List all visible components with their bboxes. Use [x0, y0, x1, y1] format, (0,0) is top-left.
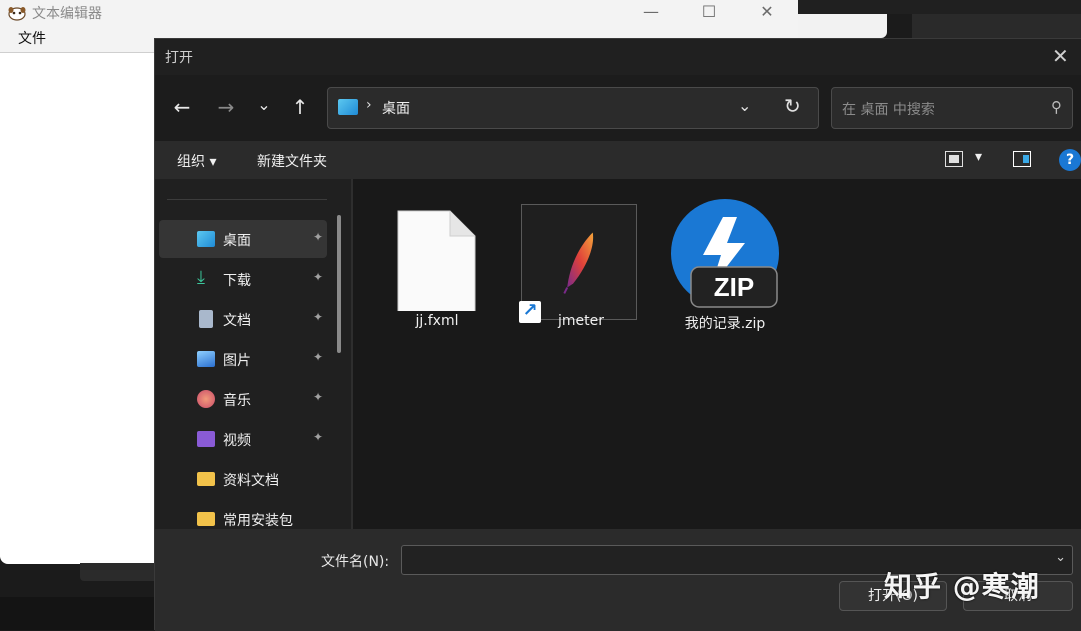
filename-label: 文件名(N):: [321, 551, 389, 571]
sidebar-item-label: 视频: [223, 430, 251, 450]
zip-badge-label: ZIP: [714, 272, 754, 302]
sidebar-item-desktop[interactable]: 桌面 ✦: [159, 220, 327, 258]
pin-icon: ✦: [313, 270, 323, 284]
sidebar-item-label: 常用安装包: [223, 510, 293, 529]
address-dropdown-icon[interactable]: ⌄: [738, 96, 751, 115]
navigation-scrollbar[interactable]: [337, 215, 341, 353]
view-dropdown-icon[interactable]: ▾: [975, 149, 982, 165]
open-file-dialog: 打开 ✕ ← → ⌄ ↑ › 桌面 ⌄ ↻ 在 桌面 中搜索 ⚲ 组织 ▾ 新建…: [154, 38, 1081, 630]
file-list: jj.fxml ↗ jmeter ZIP 我的记录.zip: [353, 179, 1081, 529]
file-name: jj.fxml: [377, 313, 497, 329]
file-name: 我的记录.zip: [665, 313, 785, 333]
file-item[interactable]: ↗ jmeter: [521, 191, 641, 321]
file-item[interactable]: jj.fxml: [377, 191, 497, 321]
menu-file[interactable]: 文件: [18, 28, 46, 48]
navigation-pane: 桌面 ✦ ⤓ 下载 ✦ 文档 ✦ 图片 ✦ 音乐 ✦ 视频 ✦: [155, 179, 351, 529]
sidebar-item-label: 文档: [223, 310, 251, 330]
documents-icon: [199, 310, 213, 328]
pin-icon: ✦: [313, 350, 323, 364]
document-file-icon: [377, 199, 497, 311]
pin-icon: ✦: [313, 310, 323, 324]
taskbar-edge: [0, 597, 154, 630]
sidebar-item-videos[interactable]: 视频 ✦: [159, 420, 327, 458]
download-icon: ⤓: [197, 267, 215, 283]
sidebar-item-downloads[interactable]: ⤓ 下载 ✦: [159, 260, 327, 298]
dialog-title-bar: 打开 ✕: [155, 39, 1081, 75]
pin-icon: ✦: [313, 430, 323, 444]
zip-archive-icon: ZIP: [665, 195, 785, 315]
navigation-separator: [167, 199, 327, 200]
background-window-bar: [912, 14, 1081, 38]
folder-icon: [197, 472, 215, 486]
editor-title: 文本编辑器: [32, 3, 102, 23]
close-button[interactable]: ✕: [738, 0, 796, 26]
address-bar[interactable]: › 桌面 ⌄ ↻: [327, 87, 819, 129]
sidebar-item-label: 图片: [223, 350, 251, 370]
desktop-icon: [338, 99, 358, 115]
desktop-icon: [197, 231, 215, 247]
refresh-icon[interactable]: ↻: [784, 94, 801, 118]
background-window-shadow: [80, 563, 160, 581]
search-icon[interactable]: ⚲: [1051, 98, 1062, 116]
sidebar-item-documents[interactable]: 文档 ✦: [159, 300, 327, 338]
music-icon: [197, 390, 215, 408]
sidebar-item-label: 桌面: [223, 230, 251, 250]
new-folder-button[interactable]: 新建文件夹: [257, 151, 327, 171]
background-window-edge: [798, 0, 1081, 14]
sidebar-item-installers[interactable]: 常用安装包: [159, 500, 327, 529]
sidebar-item-materials[interactable]: 资料文档: [159, 460, 327, 498]
back-arrow-icon[interactable]: ←: [167, 93, 197, 123]
forward-arrow-icon[interactable]: →: [211, 93, 241, 123]
recent-locations-icon[interactable]: ⌄: [249, 91, 279, 121]
background-window-strip: [798, 14, 887, 38]
videos-icon: [197, 431, 215, 447]
folder-icon: [197, 512, 215, 526]
editor-app-icon: [8, 5, 26, 21]
editor-title-bar: 文本编辑器 — ☐ ✕: [0, 0, 798, 26]
filename-dropdown-icon[interactable]: ⌄: [1055, 550, 1066, 565]
sidebar-item-label: 资料文档: [223, 470, 279, 490]
up-arrow-icon[interactable]: ↑: [285, 93, 315, 123]
pin-icon: ✦: [313, 230, 323, 244]
search-box[interactable]: 在 桌面 中搜索 ⚲: [831, 87, 1073, 129]
view-mode-icon[interactable]: [945, 151, 963, 167]
help-icon[interactable]: ?: [1059, 149, 1081, 171]
pictures-icon: [197, 351, 215, 367]
preview-pane-icon[interactable]: [1013, 151, 1031, 167]
dialog-title: 打开: [165, 47, 193, 67]
dialog-close-button[interactable]: ✕: [1052, 39, 1081, 75]
sidebar-item-label: 音乐: [223, 390, 251, 410]
sidebar-item-label: 下载: [223, 270, 251, 290]
breadcrumb-desktop[interactable]: 桌面: [382, 98, 410, 118]
sidebar-item-music[interactable]: 音乐 ✦: [159, 380, 327, 418]
editor-text-area[interactable]: [0, 52, 154, 564]
maximize-button[interactable]: ☐: [680, 0, 738, 26]
pin-icon: ✦: [313, 390, 323, 404]
command-bar: 组织 ▾ 新建文件夹 ▾ ?: [155, 141, 1081, 179]
breadcrumb-separator: ›: [366, 97, 372, 113]
sidebar-item-pictures[interactable]: 图片 ✦: [159, 340, 327, 378]
file-name: jmeter: [521, 313, 641, 329]
file-item[interactable]: ZIP 我的记录.zip: [665, 191, 785, 321]
organize-menu[interactable]: 组织 ▾: [177, 151, 216, 171]
search-placeholder: 在 桌面 中搜索: [842, 99, 935, 119]
minimize-button[interactable]: —: [622, 0, 680, 26]
watermark: 知乎 @寒潮: [884, 565, 1040, 605]
